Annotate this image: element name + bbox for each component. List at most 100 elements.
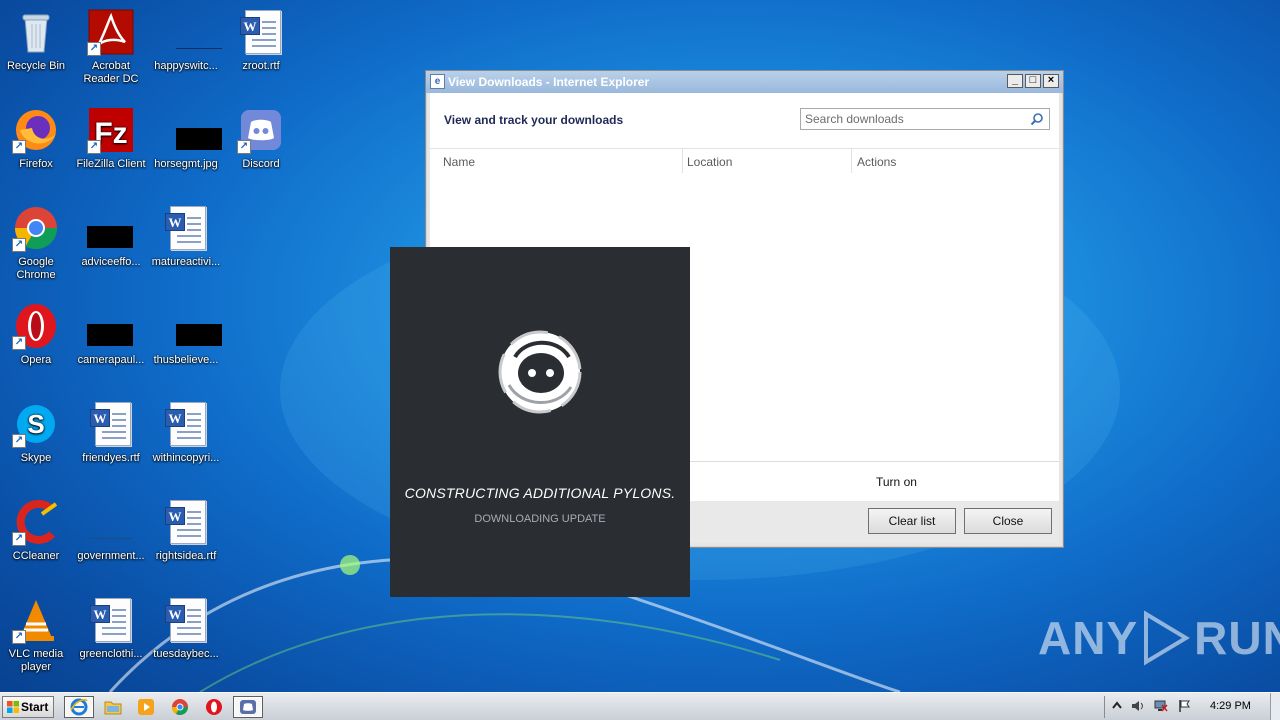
taskbar-discord[interactable] <box>233 696 263 718</box>
action-center-flag-icon[interactable] <box>1178 699 1192 713</box>
shortcut-arrow-icon: ↗ <box>12 630 26 644</box>
column-name[interactable]: Name <box>443 155 475 169</box>
window-titlebar[interactable]: e View Downloads - Internet Explorer _ □… <box>426 71 1063 93</box>
downloads-column-headers: Name Location Actions <box>430 148 1059 174</box>
file-icon <box>87 498 135 546</box>
maximize-button[interactable]: □ <box>1025 74 1041 88</box>
splash-status: DOWNLOADING UPDATE <box>474 513 606 525</box>
minimize-button[interactable]: _ <box>1007 74 1023 88</box>
taskbar-opera[interactable] <box>199 696 229 718</box>
firefox-icon: ↗ <box>12 106 60 154</box>
media-player-icon <box>138 699 154 715</box>
watermark: ANY RUN <box>1038 610 1280 666</box>
desktop-icon-zroot[interactable]: W zroot.rtf <box>223 8 299 73</box>
downloads-heading: View and track your downloads <box>444 113 624 127</box>
chrome-icon: ↗ <box>12 204 60 252</box>
word-doc-icon: W <box>87 400 135 448</box>
clear-list-button[interactable]: Clear list <box>868 508 956 534</box>
opera-icon: ↗ <box>12 302 60 350</box>
taskbar-clock[interactable]: 4:29 PM <box>1210 700 1251 712</box>
watermark-text-left: ANY <box>1038 612 1139 664</box>
file-icon <box>87 302 135 350</box>
search-downloads-input[interactable] <box>800 108 1050 130</box>
desktop-icon-camerapaul[interactable]: camerapaul... <box>73 302 149 367</box>
word-doc-icon: W <box>162 400 210 448</box>
desktop-icon-chrome[interactable]: ↗ Google Chrome <box>0 204 74 282</box>
desktop-icon-government[interactable]: government... <box>73 498 149 563</box>
taskbar-file-explorer[interactable] <box>98 696 128 718</box>
desktop-icon-rightsidea[interactable]: W rightsidea.rtf <box>148 498 224 563</box>
desktop-icon-skype[interactable]: S ↗ Skype <box>0 400 74 465</box>
desktop-icon-recycle-bin[interactable]: Recycle Bin <box>0 8 74 73</box>
shortcut-arrow-icon: ↗ <box>12 238 26 252</box>
turn-on-link[interactable]: Turn on <box>876 475 917 489</box>
word-doc-icon: W <box>87 596 135 644</box>
column-actions[interactable]: Actions <box>857 155 896 169</box>
internet-explorer-icon <box>70 698 88 716</box>
opera-icon <box>206 699 222 715</box>
app-logo-icon <box>498 330 582 414</box>
image-file-icon <box>162 106 222 154</box>
show-hidden-icons-icon[interactable] <box>1110 699 1124 713</box>
vlc-icon: ↗ <box>12 596 60 644</box>
network-icon[interactable] <box>1154 699 1168 713</box>
desktop-icon-discord[interactable]: ↗ Discord <box>223 106 299 171</box>
ccleaner-icon: ↗ <box>12 498 60 546</box>
file-explorer-icon <box>104 701 122 715</box>
taskbar-internet-explorer[interactable] <box>64 696 94 718</box>
desktop-icon-acrobat[interactable]: ↗ Acrobat Reader DC <box>73 8 149 86</box>
desktop-icon-adviceeffo[interactable]: adviceeffo... <box>73 204 149 269</box>
desktop-icon-happyswitc[interactable]: happyswitc... <box>148 8 224 73</box>
word-doc-icon: W <box>237 8 285 56</box>
acrobat-icon: ↗ <box>87 8 135 56</box>
shortcut-arrow-icon: ↗ <box>87 42 101 56</box>
desktop-icon-thusbelieve[interactable]: thusbelieve... <box>148 302 224 367</box>
desktop-icon-friendyes[interactable]: W friendyes.rtf <box>73 400 149 465</box>
taskbar: Start 4:29 PM <box>0 692 1280 720</box>
desktop-icon-firefox[interactable]: ↗ Firefox <box>0 106 74 171</box>
shortcut-arrow-icon: ↗ <box>12 336 26 350</box>
taskbar-chrome[interactable] <box>165 696 195 718</box>
watermark-text-right: RUN <box>1194 612 1280 664</box>
start-button[interactable]: Start <box>2 696 54 718</box>
desktop-icon-horsegmt[interactable]: horsegmt.jpg <box>148 106 224 171</box>
svg-text:S: S <box>27 409 44 439</box>
file-icon <box>162 302 222 350</box>
desktop-icon-greenclothi[interactable]: W greenclothi... <box>73 596 149 661</box>
desktop-icon-ccleaner[interactable]: ↗ CCleaner <box>0 498 74 563</box>
search-icon[interactable] <box>1030 112 1044 126</box>
desktop-icon-withincopyri[interactable]: W withincopyri... <box>148 400 224 465</box>
file-icon <box>162 8 222 56</box>
window-controls: _ □ × <box>1007 74 1059 88</box>
discord-icon <box>240 700 256 714</box>
desktop-icon-vlc[interactable]: ↗ VLC media player <box>0 596 74 674</box>
taskbar-media-player[interactable] <box>131 696 161 718</box>
windows-logo-icon <box>7 701 19 713</box>
filezilla-icon: Fz ↗ <box>87 106 135 154</box>
desktop-icon-filezilla[interactable]: Fz ↗ FileZilla Client <box>73 106 149 171</box>
start-label: Start <box>21 700 49 714</box>
column-divider <box>851 149 852 173</box>
file-icon <box>87 204 135 252</box>
column-divider <box>682 149 683 173</box>
tray-divider <box>1104 696 1105 718</box>
word-doc-icon: W <box>162 204 210 252</box>
shortcut-arrow-icon: ↗ <box>12 434 26 448</box>
desktop-icon-tuesdaybec[interactable]: W tuesdaybec... <box>148 596 224 661</box>
column-location[interactable]: Location <box>687 155 732 169</box>
skype-icon: S ↗ <box>12 400 60 448</box>
word-doc-icon: W <box>162 596 210 644</box>
splash-title: CONSTRUCTING ADDITIONAL PYLONS. <box>404 485 676 501</box>
close-window-button[interactable]: × <box>1043 74 1059 88</box>
volume-icon[interactable] <box>1130 699 1144 713</box>
recycle-bin-icon <box>12 8 60 56</box>
desktop-icon-matureactivi[interactable]: W matureactivi... <box>148 204 224 269</box>
shortcut-arrow-icon: ↗ <box>87 140 101 154</box>
desktop-icon-opera[interactable]: ↗ Opera <box>0 302 74 367</box>
shortcut-arrow-icon: ↗ <box>12 140 26 154</box>
shortcut-arrow-icon: ↗ <box>237 140 251 154</box>
word-doc-icon: W <box>162 498 210 546</box>
discord-icon: ↗ <box>237 106 285 154</box>
close-button[interactable]: Close <box>964 508 1052 534</box>
show-desktop-button[interactable] <box>1270 693 1280 720</box>
